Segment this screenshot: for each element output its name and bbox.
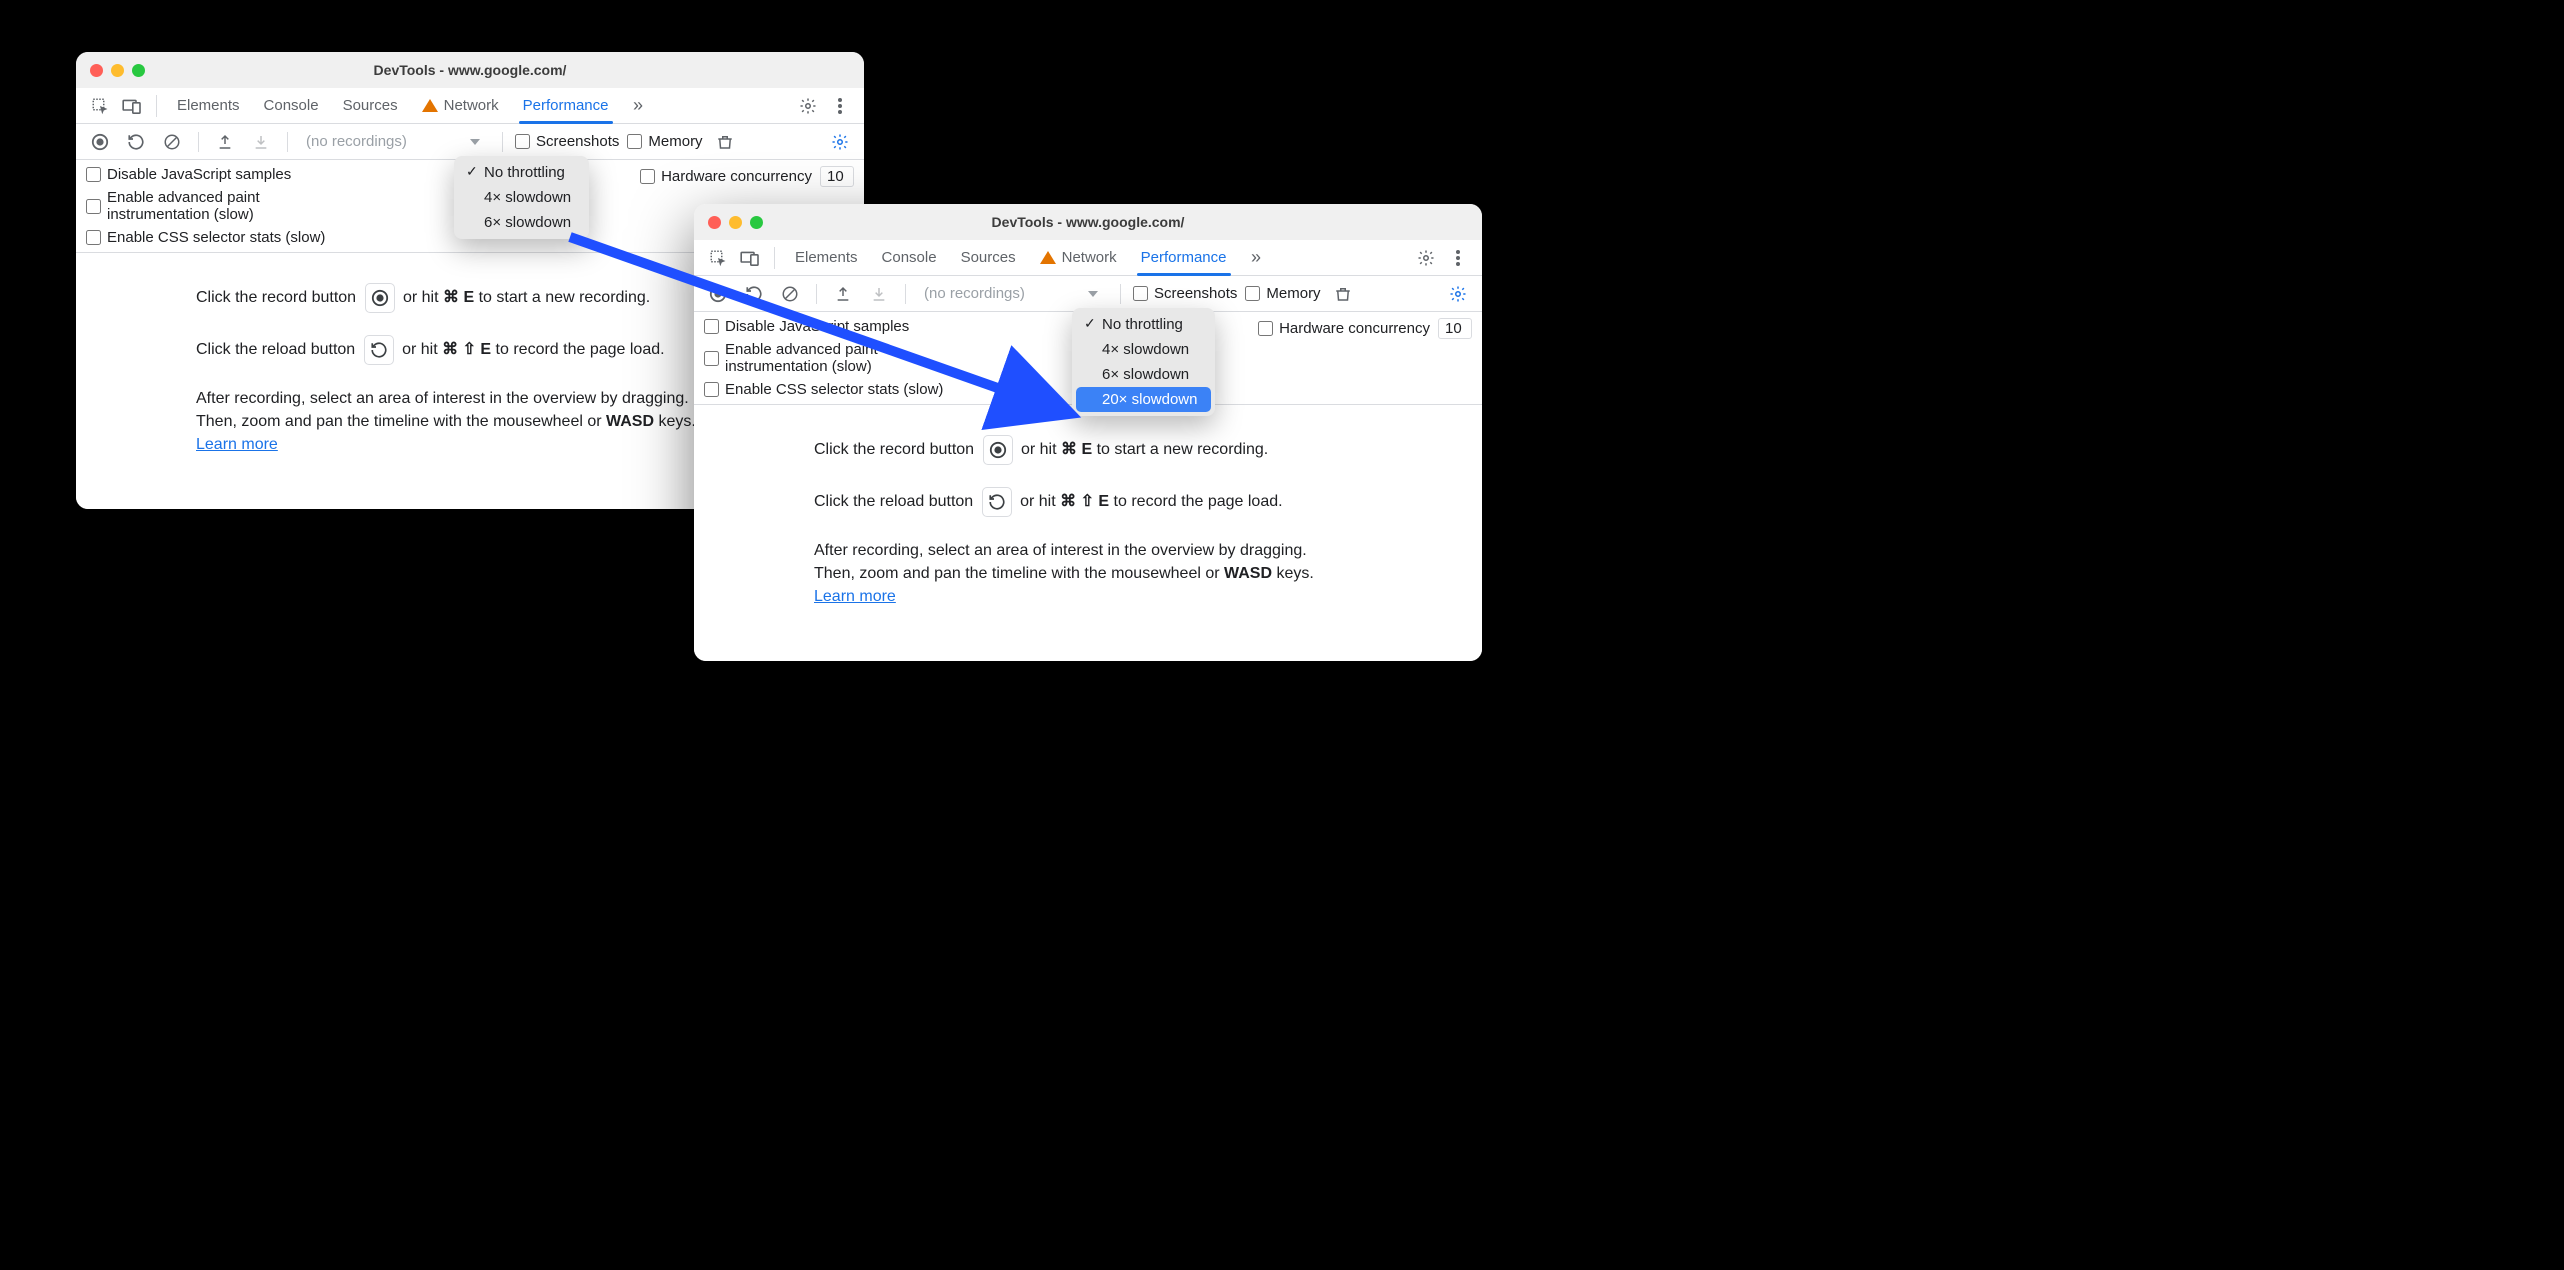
kebab-menu-icon[interactable] [826,92,854,120]
paint-instrumentation-checkbox[interactable]: Enable advanced paint instrumentation (s… [86,189,460,223]
learn-more-link[interactable]: Learn more [196,436,278,453]
performance-toolbar: (no recordings) Screenshots Memory [694,276,1482,312]
capture-settings-gear-icon[interactable] [826,128,854,156]
tab-sources[interactable]: Sources [951,240,1026,275]
clear-button[interactable] [158,128,186,156]
capture-settings: Disable JavaScript samples Enable advanc… [694,312,1482,405]
performance-help: Click the record button or hit ⌘ E to st… [694,405,1482,661]
reload-button-inline[interactable] [982,487,1012,517]
tab-console[interactable]: Console [254,88,329,123]
screenshots-checkbox[interactable]: Screenshots [515,133,619,150]
record-button-inline[interactable] [983,435,1013,465]
settings-gear-icon[interactable] [794,92,822,120]
minimize-icon[interactable] [729,216,742,229]
close-icon[interactable] [90,64,103,77]
recordings-dropdown[interactable]: (no recordings) [918,285,1108,302]
traffic-lights [90,64,145,77]
reload-button[interactable] [122,128,150,156]
traffic-lights [708,216,763,229]
tab-network[interactable]: Network [412,88,509,123]
hw-concurrency-checkbox[interactable]: Hardware concurrency [1258,320,1430,337]
menu-item-20x-slowdown[interactable]: 20× slowdown [1076,387,1211,412]
upload-icon[interactable] [829,280,857,308]
download-icon[interactable] [247,128,275,156]
menu-item-no-throttling[interactable]: No throttling [1076,312,1211,337]
menu-item-4x-slowdown[interactable]: 4× slowdown [1076,337,1211,362]
collect-garbage-icon[interactable] [711,128,739,156]
window-title: DevTools - www.google.com/ [694,214,1482,230]
upload-icon[interactable] [211,128,239,156]
inspect-icon[interactable] [86,92,114,120]
device-toggle-icon[interactable] [736,244,764,272]
screenshots-checkbox[interactable]: Screenshots [1133,285,1237,302]
css-selector-stats-checkbox[interactable]: Enable CSS selector stats (slow) [704,381,1078,398]
menu-item-no-throttling[interactable]: No throttling [458,160,585,185]
minimize-icon[interactable] [111,64,124,77]
disable-js-samples-checkbox[interactable]: Disable JavaScript samples [704,318,1078,335]
css-selector-stats-checkbox[interactable]: Enable CSS selector stats (slow) [86,229,460,246]
hw-concurrency-value[interactable]: 10 [820,166,854,187]
clear-button[interactable] [776,280,804,308]
devtools-tabs: Elements Console Sources Network Perform… [76,88,864,124]
learn-more-link[interactable]: Learn more [814,588,896,605]
inspect-icon[interactable] [704,244,732,272]
menu-item-6x-slowdown[interactable]: 6× slowdown [458,210,585,235]
hw-concurrency-checkbox[interactable]: Hardware concurrency [640,168,812,185]
titlebar: DevTools - www.google.com/ [694,204,1482,240]
menu-item-6x-slowdown[interactable]: 6× slowdown [1076,362,1211,387]
tab-elements[interactable]: Elements [785,240,868,275]
close-icon[interactable] [708,216,721,229]
menu-item-4x-slowdown[interactable]: 4× slowdown [458,185,585,210]
hw-concurrency-value[interactable]: 10 [1438,318,1472,339]
maximize-icon[interactable] [750,216,763,229]
more-tabs-icon[interactable]: » [623,92,651,120]
collect-garbage-icon[interactable] [1329,280,1357,308]
devtools-window-after: DevTools - www.google.com/ Elements Cons… [694,204,1482,661]
disable-js-samples-checkbox[interactable]: Disable JavaScript samples [86,166,460,183]
capture-settings-gear-icon[interactable] [1444,280,1472,308]
reload-button[interactable] [740,280,768,308]
record-button[interactable] [86,128,114,156]
settings-gear-icon[interactable] [1412,244,1440,272]
tab-performance[interactable]: Performance [513,88,619,123]
maximize-icon[interactable] [132,64,145,77]
recordings-dropdown[interactable]: (no recordings) [300,133,490,150]
tab-sources[interactable]: Sources [333,88,408,123]
download-icon[interactable] [865,280,893,308]
tab-performance[interactable]: Performance [1131,240,1237,275]
tab-console[interactable]: Console [872,240,947,275]
reload-button-inline[interactable] [364,335,394,365]
tab-network[interactable]: Network [1030,240,1127,275]
titlebar: DevTools - www.google.com/ [76,52,864,88]
devtools-tabs: Elements Console Sources Network Perform… [694,240,1482,276]
cpu-throttle-menu: No throttling 4× slowdown 6× slowdown [454,156,589,239]
memory-checkbox[interactable]: Memory [627,133,702,150]
more-tabs-icon[interactable]: » [1241,244,1269,272]
kebab-menu-icon[interactable] [1444,244,1472,272]
cpu-throttle-menu: No throttling 4× slowdown 6× slowdown 20… [1072,308,1215,416]
window-title: DevTools - www.google.com/ [76,62,864,78]
record-button-inline[interactable] [365,283,395,313]
paint-instrumentation-checkbox[interactable]: Enable advanced paint instrumentation (s… [704,341,1078,375]
tab-elements[interactable]: Elements [167,88,250,123]
memory-checkbox[interactable]: Memory [1245,285,1320,302]
record-button[interactable] [704,280,732,308]
performance-toolbar: (no recordings) Screenshots Memory [76,124,864,160]
device-toggle-icon[interactable] [118,92,146,120]
